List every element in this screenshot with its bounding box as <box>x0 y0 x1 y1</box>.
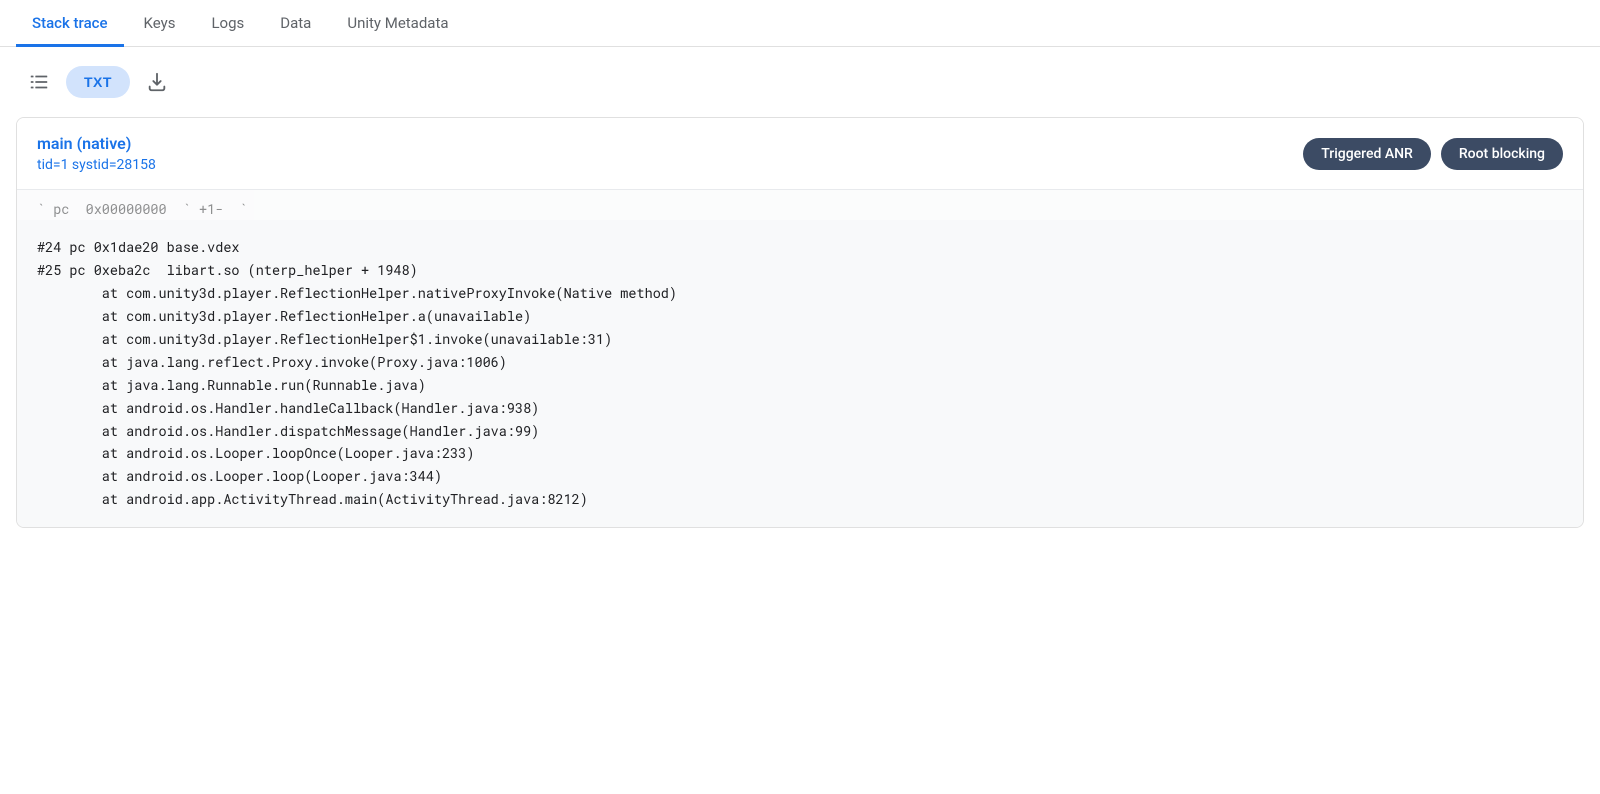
txt-button[interactable]: TXT <box>66 66 130 98</box>
stack-trace-pre: #24 pc 0x1dae20 base.vdex #25 pc 0xeba2c… <box>37 236 1563 511</box>
thread-title: main (native) <box>37 134 156 153</box>
tab-bar: Stack trace Keys Logs Data Unity Metadat… <box>0 0 1600 47</box>
thread-subtitle: tid=1 systid=28158 <box>37 157 156 173</box>
list-view-button[interactable] <box>20 63 58 101</box>
stack-trace-top-fade: ` pc 0x00000000 ` +1- ` <box>17 190 1583 220</box>
thread-block: main (native) tid=1 systid=28158 Trigger… <box>16 117 1584 528</box>
download-button[interactable] <box>138 63 176 101</box>
root-blocking-badge: Root blocking <box>1441 138 1563 170</box>
tab-data[interactable]: Data <box>264 0 327 47</box>
triggered-anr-badge: Triggered ANR <box>1303 138 1431 170</box>
thread-badges: Triggered ANR Root blocking <box>1303 138 1563 170</box>
tab-unity-metadata[interactable]: Unity Metadata <box>331 0 464 47</box>
thread-info: main (native) tid=1 systid=28158 <box>37 134 156 173</box>
tab-logs[interactable]: Logs <box>195 0 260 47</box>
thread-header: main (native) tid=1 systid=28158 Trigger… <box>17 118 1583 190</box>
list-icon <box>28 71 50 93</box>
tab-stack-trace[interactable]: Stack trace <box>16 0 124 47</box>
stack-trace-content[interactable]: #24 pc 0x1dae20 base.vdex #25 pc 0xeba2c… <box>17 220 1583 527</box>
tab-keys[interactable]: Keys <box>128 0 192 47</box>
toolbar: TXT <box>0 47 1600 117</box>
download-icon <box>146 71 168 93</box>
